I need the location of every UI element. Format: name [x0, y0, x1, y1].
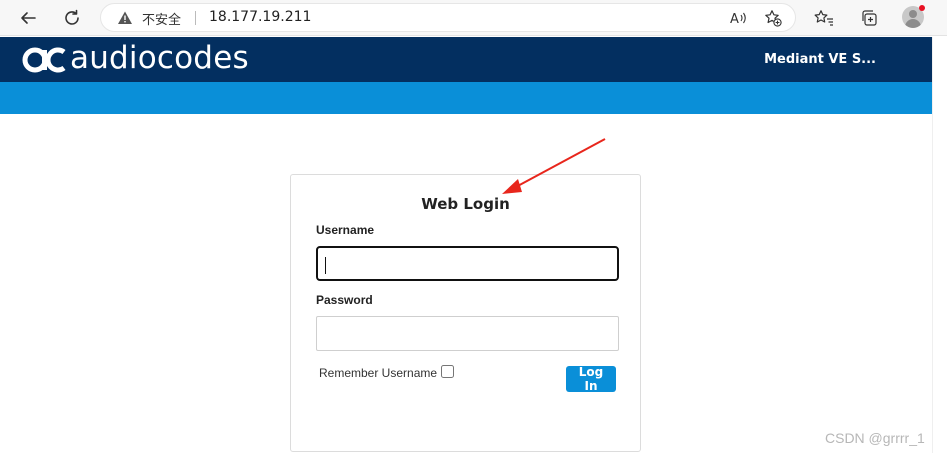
app-header: audiocodes Mediant VE S...	[0, 37, 932, 82]
browser-toolbar: 不安全 18.177.19.211 A	[0, 0, 947, 36]
logo-wordmark: audiocodes	[70, 40, 249, 76]
url-text[interactable]: 18.177.19.211	[209, 9, 311, 25]
svg-text:A: A	[730, 12, 739, 26]
remember-username-label[interactable]: Remember Username	[319, 366, 437, 380]
refresh-icon[interactable]	[60, 6, 84, 30]
login-title: Web Login	[421, 195, 510, 213]
security-label[interactable]: 不安全	[142, 9, 181, 28]
address-bar[interactable]: 不安全 18.177.19.211 A	[100, 3, 796, 32]
read-aloud-icon[interactable]: A	[729, 9, 747, 27]
watermark-text: CSDN @grrrr_1	[825, 430, 925, 446]
login-panel: Web Login Username Password Remember Use…	[290, 174, 641, 452]
username-input[interactable]	[316, 246, 619, 281]
product-name: Mediant VE S...	[764, 52, 876, 67]
favorites-icon[interactable]	[813, 7, 835, 29]
warning-icon[interactable]	[117, 10, 133, 26]
login-button[interactable]: Log In	[566, 365, 616, 393]
password-label: Password	[316, 293, 373, 307]
address-divider	[195, 11, 196, 25]
username-label: Username	[316, 223, 375, 237]
notification-dot	[919, 5, 925, 11]
header-accent-band	[0, 82, 932, 114]
audiocodes-logo-icon	[22, 46, 70, 74]
password-input[interactable]	[316, 316, 619, 351]
add-favorite-icon[interactable]	[764, 9, 782, 27]
collections-icon[interactable]	[858, 7, 880, 29]
text-caret	[325, 257, 326, 274]
page-scrollbar[interactable]	[932, 37, 947, 453]
remember-username-checkbox[interactable]	[441, 365, 454, 378]
back-icon[interactable]	[16, 6, 40, 30]
